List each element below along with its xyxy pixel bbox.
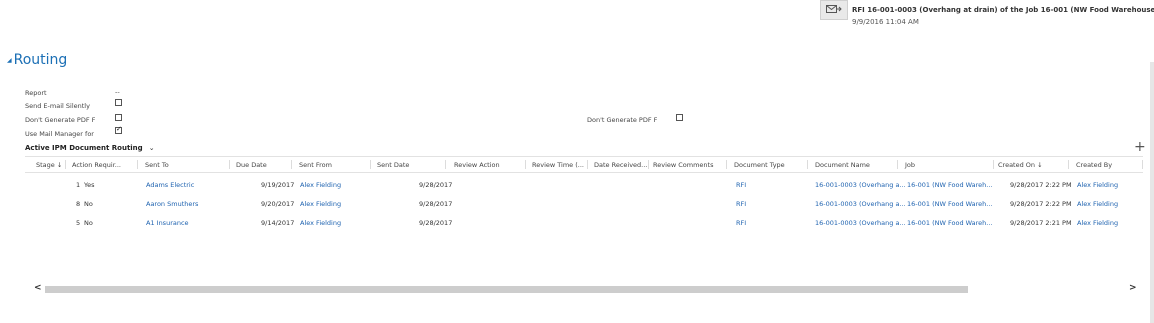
cell-due-date: 9/20/2017 (261, 200, 295, 208)
report-value[interactable]: -- (115, 88, 120, 96)
scrollbar-thumb[interactable] (45, 286, 968, 293)
report-label: Report (25, 89, 47, 97)
column-separator (525, 160, 526, 169)
cell-document-type-link[interactable]: RFI (736, 200, 746, 208)
mail-forward-icon (820, 0, 848, 20)
column-separator (137, 160, 138, 169)
column-header-created-on[interactable]: Created On ↓ (998, 161, 1043, 169)
column-separator (1068, 160, 1069, 169)
cell-job-link[interactable]: 16-001 (NW Food Wareh... (907, 219, 992, 227)
send-email-label: Send E-mail Silently (25, 102, 90, 110)
column-separator (587, 160, 588, 169)
subgrid-title: Active IPM Document Routing (25, 144, 143, 152)
cell-sent-date: 9/28/2017 (419, 200, 453, 208)
column-separator (897, 160, 898, 169)
column-header-sent-to[interactable]: Sent To (145, 161, 169, 169)
table-row[interactable]: 5 No A1 Insurance 9/14/2017 Alex Fieldin… (25, 214, 1143, 233)
cell-sent-from-link[interactable]: Alex Fielding (300, 200, 341, 208)
column-header-sent-from[interactable]: Sent From (299, 161, 332, 169)
cell-sent-date: 9/28/2017 (419, 181, 453, 189)
cell-sent-date: 9/28/2017 (419, 219, 453, 227)
column-header-due-date[interactable]: Due Date (236, 161, 267, 169)
cell-document-name-link[interactable]: 16-001-0003 (Overhang a... (815, 219, 906, 227)
cell-due-date: 9/14/2017 (261, 219, 295, 227)
chevron-down-icon[interactable]: ⌄ (149, 144, 155, 152)
plus-icon[interactable]: + (1134, 139, 1146, 155)
column-separator (229, 160, 230, 169)
send-email-checkbox[interactable] (115, 99, 122, 106)
chevron-right-icon[interactable]: > (1129, 283, 1137, 293)
column-header-sent-date[interactable]: Sent Date (377, 161, 409, 169)
cell-created-on: 9/28/2017 2:22 PM (1010, 181, 1072, 189)
grid-header: Stage ↓ Action Requir... Sent To Due Dat… (25, 156, 1143, 173)
dont-generate-pdf-right-checkbox[interactable] (676, 114, 683, 121)
notification-item[interactable]: RFI 16-001-0003 (Overhang at drain) of t… (818, 0, 1154, 30)
column-header-stage[interactable]: Stage ↓ (36, 161, 62, 169)
column-header-document-name[interactable]: Document Name (815, 161, 870, 169)
cell-stage: 5 (76, 219, 81, 227)
column-header-review-comments[interactable]: Review Comments (653, 161, 714, 169)
cell-document-type-link[interactable]: RFI (736, 181, 746, 189)
table-row[interactable]: 1 Yes Adams Electric 9/19/2017 Alex Fiel… (25, 176, 1143, 195)
table-row[interactable]: 8 No Aaron Smuthers 9/20/2017 Alex Field… (25, 195, 1143, 214)
dont-generate-pdf-right-label: Don't Generate PDF F (587, 116, 658, 124)
subgrid-view-selector[interactable]: Active IPM Document Routing ⌄ (25, 144, 155, 152)
use-mail-manager-checkbox[interactable] (115, 125, 122, 134)
column-header-job[interactable]: Job (905, 161, 915, 169)
cell-document-type-link[interactable]: RFI (736, 219, 746, 227)
cell-created-by-link[interactable]: Alex Fielding (1077, 219, 1118, 227)
column-separator (291, 160, 292, 169)
column-separator (370, 160, 371, 169)
cell-due-date: 9/19/2017 (261, 181, 295, 189)
notification-date: 9/9/2016 11:04 AM (852, 18, 919, 26)
column-header-review-time[interactable]: Review Time (... (532, 161, 584, 169)
section-title: Routing (13, 52, 68, 68)
cell-created-by-link[interactable]: Alex Fielding (1077, 181, 1118, 189)
cell-document-name-link[interactable]: 16-001-0003 (Overhang a... (815, 181, 906, 189)
column-separator (726, 160, 727, 169)
column-separator (648, 160, 649, 169)
cell-created-by-link[interactable]: Alex Fielding (1077, 200, 1118, 208)
cell-created-on: 9/28/2017 2:22 PM (1010, 200, 1072, 208)
horizontal-scrollbar[interactable]: < > (25, 283, 1143, 295)
dont-generate-pdf-checkbox[interactable] (115, 114, 122, 121)
column-separator (445, 160, 446, 169)
cell-action-required: Yes (84, 181, 95, 189)
column-separator (993, 160, 994, 169)
collapse-triangle-icon[interactable]: ◢ (7, 57, 12, 64)
cell-created-on: 9/28/2017 2:21 PM (1010, 219, 1072, 227)
cell-sent-to-link[interactable]: A1 Insurance (146, 219, 189, 227)
cell-sent-from-link[interactable]: Alex Fielding (300, 181, 341, 189)
column-separator (807, 160, 808, 169)
column-header-document-type[interactable]: Document Type (734, 161, 785, 169)
column-header-date-received[interactable]: Date Received... (594, 161, 647, 169)
cell-sent-to-link[interactable]: Adams Electric (146, 181, 194, 189)
column-header-review-action[interactable]: Review Action (454, 161, 500, 169)
cell-action-required: No (84, 200, 93, 208)
dont-generate-pdf-label: Don't Generate PDF F (25, 116, 96, 124)
notification-title: RFI 16-001-0003 (Overhang at drain) of t… (852, 6, 1154, 14)
chevron-left-icon[interactable]: < (34, 283, 42, 293)
use-mail-manager-label: Use Mail Manager for (25, 130, 94, 138)
cell-sent-from-link[interactable]: Alex Fielding (300, 219, 341, 227)
column-separator (1142, 160, 1143, 169)
column-separator (65, 160, 66, 169)
cell-sent-to-link[interactable]: Aaron Smuthers (146, 200, 198, 208)
vertical-scrollbar[interactable] (1150, 62, 1154, 323)
cell-action-required: No (84, 219, 93, 227)
cell-document-name-link[interactable]: 16-001-0003 (Overhang a... (815, 200, 906, 208)
cell-stage: 1 (76, 181, 81, 189)
cell-job-link[interactable]: 16-001 (NW Food Wareh... (907, 200, 992, 208)
column-header-action-required[interactable]: Action Requir... (72, 161, 121, 169)
routing-section-header[interactable]: ◢ Routing (7, 52, 67, 68)
cell-job-link[interactable]: 16-001 (NW Food Wareh... (907, 181, 992, 189)
column-header-created-by[interactable]: Created By (1076, 161, 1112, 169)
cell-stage: 8 (76, 200, 81, 208)
